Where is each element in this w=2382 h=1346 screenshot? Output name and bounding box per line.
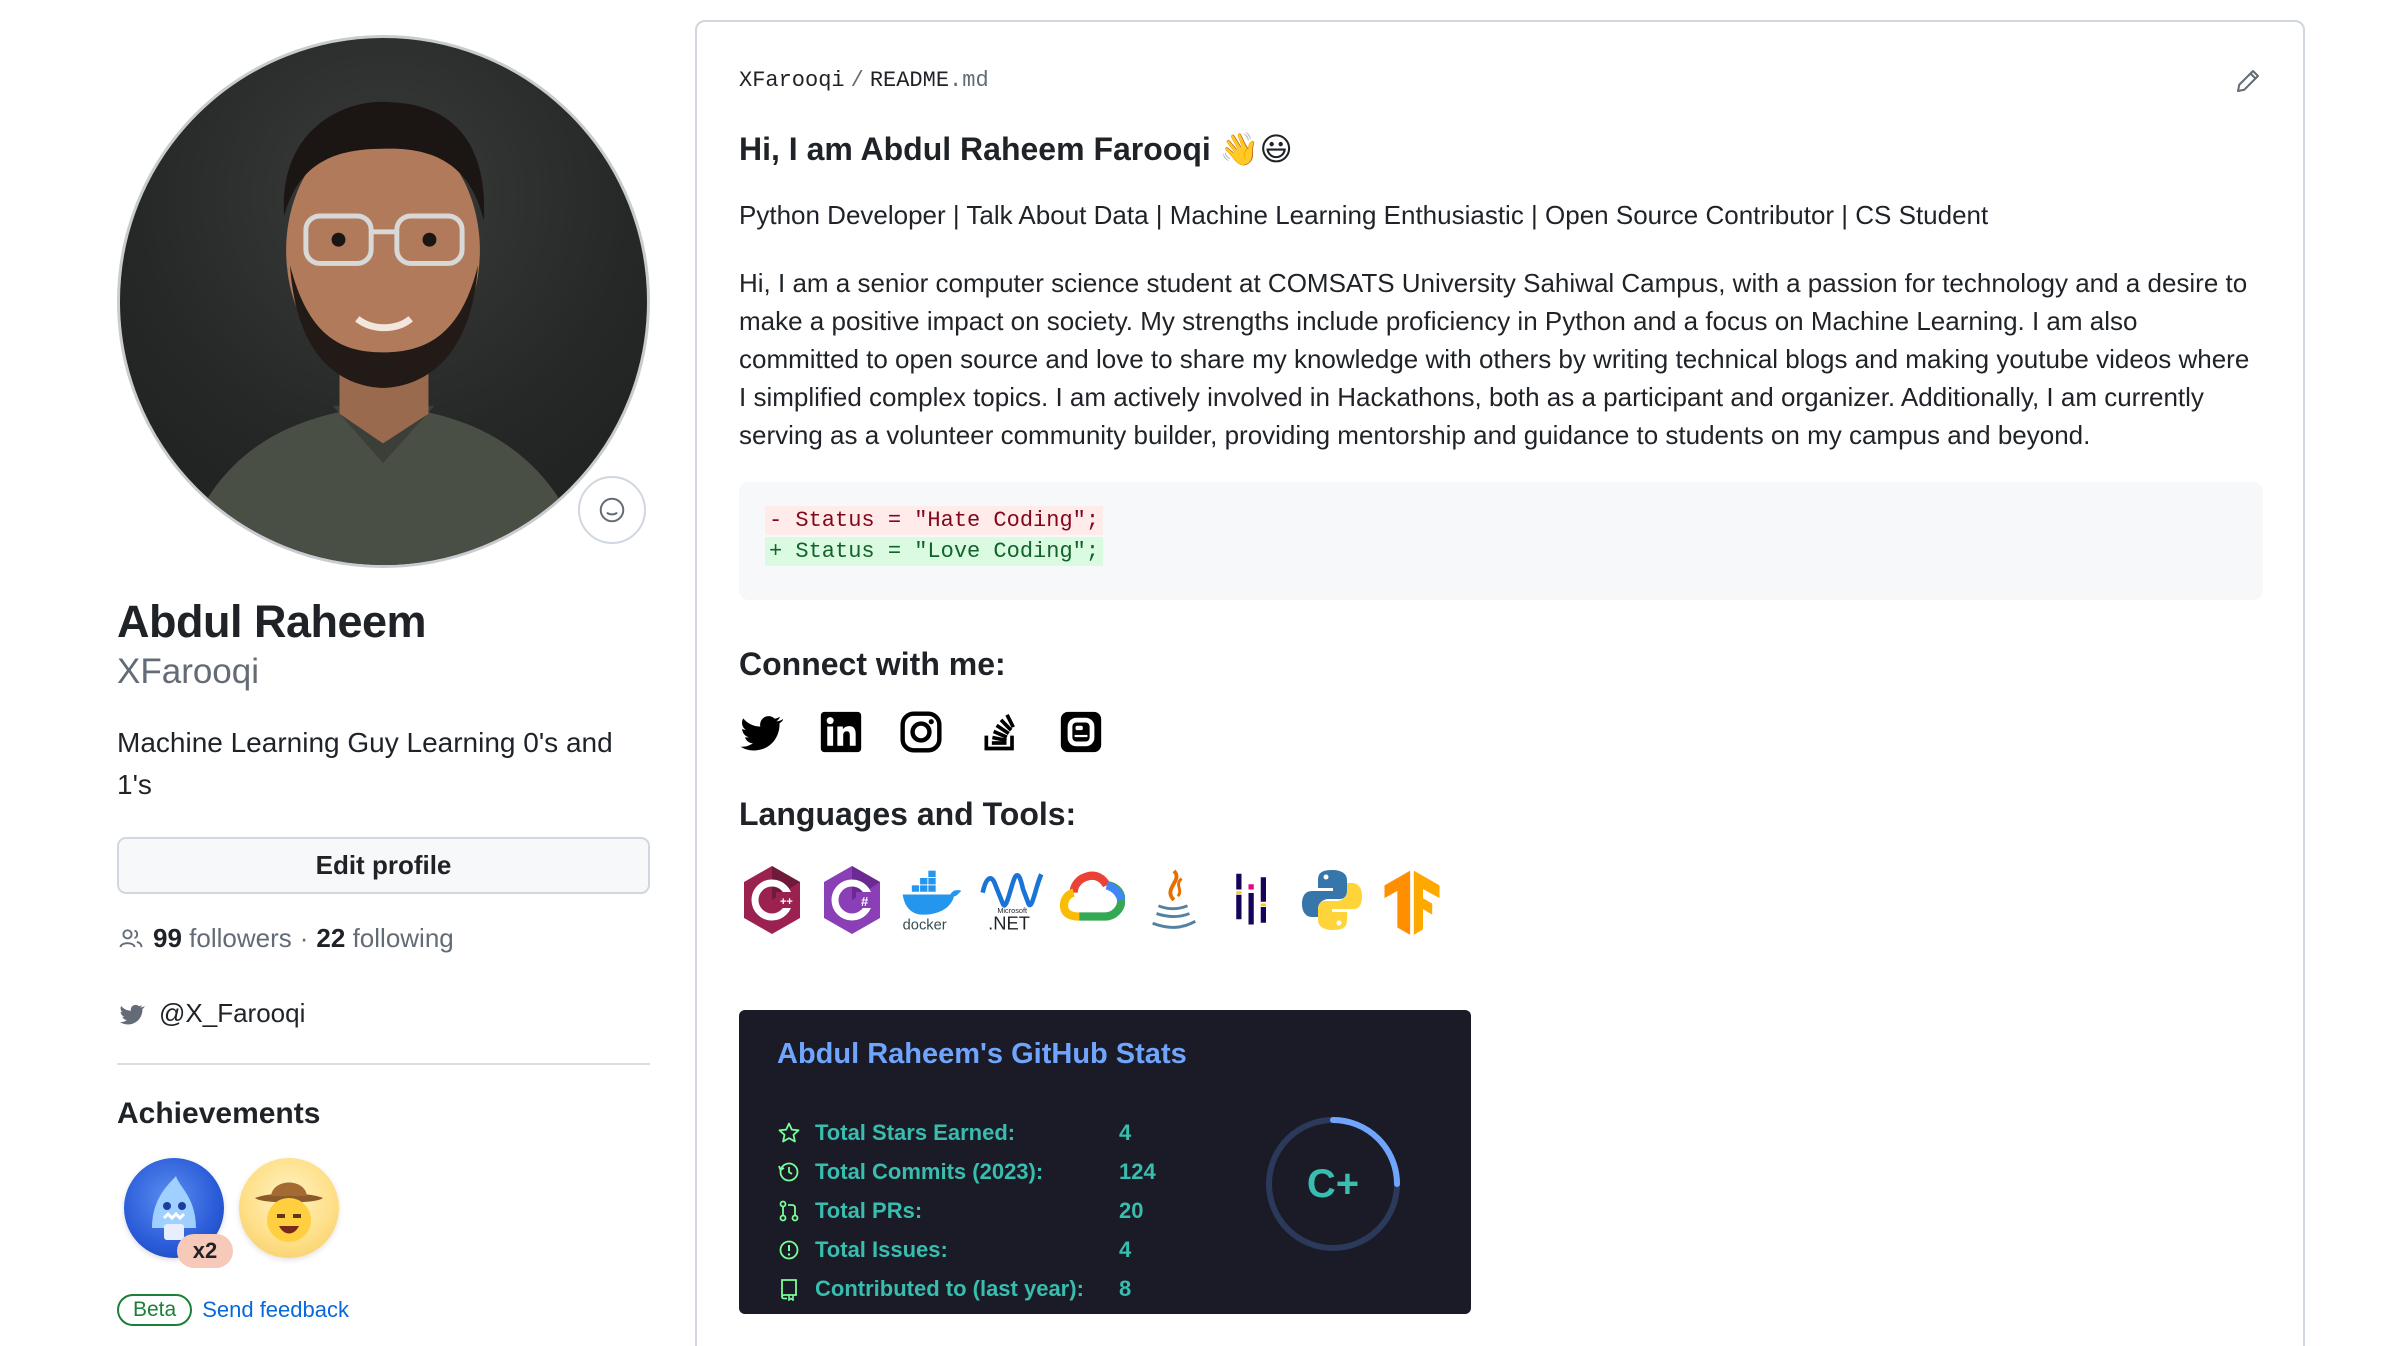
profile-bio: Machine Learning Guy Learning 0's and 1'… — [117, 727, 613, 800]
pandas-icon[interactable] — [1219, 864, 1285, 936]
connect-heading: Connect with me: — [739, 646, 1006, 682]
readme-file-link[interactable]: README.md — [870, 68, 989, 93]
docker-icon[interactable]: docker — [899, 864, 965, 936]
gcp-icon[interactable] — [1059, 864, 1125, 936]
github-stats-card: Abdul Raheem's GitHub Stats Total Stars … — [739, 1010, 1471, 1314]
beta-label: Beta — [117, 1294, 193, 1326]
set-status-button[interactable] — [578, 476, 646, 544]
stats-title: Abdul Raheem's GitHub Stats — [777, 1038, 1187, 1070]
follow-stats: 99 followers · 22 following — [117, 923, 454, 954]
stat-row-commits: Total Commits (2023): 124 — [777, 1159, 1156, 1185]
followers-label: followers — [189, 923, 292, 953]
readme-file-base: README — [869, 68, 950, 93]
breadcrumb-separator: / — [850, 68, 864, 93]
stat-value: 20 — [1119, 1198, 1144, 1223]
svg-text:#: # — [861, 894, 869, 909]
repo-icon — [781, 1279, 797, 1301]
pull-request-icon — [779, 1200, 799, 1222]
rank-grade: C+ — [1306, 1161, 1360, 1206]
linkedin-icon[interactable] — [819, 710, 863, 754]
edit-profile-button[interactable]: Edit profile — [117, 837, 650, 894]
csharp-icon[interactable]: # — [819, 864, 885, 936]
stat-value: 4 — [1119, 1120, 1132, 1145]
stat-row-contributed: Contributed to (last year): 8 — [777, 1276, 1131, 1302]
readme-tagline: Python Developer | Talk About Data | Mac… — [739, 200, 1989, 230]
achievement-cowboy-icon[interactable] — [239, 1158, 339, 1258]
followers-count: 99 — [153, 923, 182, 953]
readme-heading: Hi, I am Abdul Raheem Farooqi 👋😃 — [739, 131, 1293, 167]
following-label: following — [352, 923, 454, 953]
python-icon[interactable] — [1299, 864, 1365, 936]
readme-card: XFarooqi / README.md Hi, I am Abdul Raheem… — [695, 20, 2305, 1346]
instagram-icon[interactable] — [899, 710, 943, 754]
achievements-heading[interactable]: Achievements — [117, 1097, 320, 1131]
stat-value: 4 — [1119, 1237, 1132, 1262]
pencil-icon[interactable] — [2233, 66, 2263, 96]
stat-label: Total PRs: — [815, 1198, 923, 1223]
twitter-icon — [119, 1004, 145, 1024]
smiley-icon — [599, 497, 625, 523]
diff-added-line: + Status = "Love Coding"; — [765, 537, 1104, 566]
readme-about-paragraph: Hi, I am a senior computer science stude… — [739, 268, 2250, 450]
stat-value: 8 — [1119, 1276, 1132, 1301]
avatar[interactable] — [117, 35, 650, 568]
sidebar-divider — [117, 1063, 650, 1065]
diff-removed-line: - Status = "Hate Coding"; — [765, 506, 1104, 535]
stat-label: Contributed to (last year): — [815, 1276, 1084, 1301]
tools-list: ++ # docker Microsoft .NET — [739, 864, 1445, 936]
issue-icon — [779, 1240, 799, 1260]
stat-label: Total Commits (2023): — [815, 1159, 1044, 1184]
tensorflow-icon[interactable] — [1379, 864, 1445, 936]
followers-link[interactable]: 99 followers — [153, 923, 292, 954]
stat-row-issues: Total Issues: 4 — [777, 1237, 1131, 1263]
tools-heading: Languages and Tools: — [739, 796, 1077, 832]
profile-full-name: Abdul Raheem — [117, 596, 427, 647]
diff-code-block: - Status = "Hate Coding"; + Status = "Lo… — [739, 482, 2263, 600]
star-icon — [778, 1122, 800, 1143]
cplusplus-icon[interactable]: ++ — [739, 864, 805, 936]
send-feedback-link[interactable]: Send feedback — [202, 1297, 349, 1323]
avatar-photo — [179, 101, 590, 565]
profile-sidebar: Abdul Raheem XFarooqi Machine Learning G… — [117, 0, 651, 1346]
people-icon — [119, 928, 143, 947]
social-links — [739, 710, 1103, 754]
stat-label: Total Issues: — [815, 1237, 948, 1262]
stat-row-prs: Total PRs: 20 — [777, 1198, 1143, 1224]
readme-file-ext: .md — [949, 68, 989, 93]
dotnet-icon[interactable]: Microsoft .NET — [979, 864, 1045, 936]
blogger-icon[interactable] — [1059, 710, 1103, 754]
readme-breadcrumb: XFarooqi / README.md — [739, 68, 989, 93]
dotnet-label: .NET — [988, 912, 1030, 933]
profile-username: XFarooqi — [117, 652, 260, 691]
beta-feedback-row: Beta Send feedback — [117, 1294, 349, 1326]
java-icon[interactable] — [1139, 864, 1205, 936]
stackoverflow-icon[interactable] — [979, 710, 1023, 754]
readme-owner-link[interactable]: XFarooqi — [739, 68, 845, 93]
svg-text:++: ++ — [780, 896, 793, 908]
twitter-icon[interactable] — [739, 710, 783, 754]
achievement-count-badge: x2 — [177, 1234, 233, 1268]
following-link[interactable]: 22 following — [316, 923, 453, 954]
dot-separator: · — [299, 923, 309, 953]
history-icon — [778, 1162, 799, 1182]
twitter-handle-row: @X_Farooqi — [117, 998, 305, 1029]
stat-label: Total Stars Earned: — [815, 1120, 1016, 1145]
docker-label: docker — [903, 917, 947, 933]
twitter-link[interactable]: @X_Farooqi — [159, 998, 305, 1029]
avatar-container — [117, 35, 650, 568]
stat-value: 124 — [1119, 1159, 1156, 1184]
following-count: 22 — [316, 923, 346, 953]
stat-row-stars: Total Stars Earned: 4 — [777, 1120, 1131, 1146]
